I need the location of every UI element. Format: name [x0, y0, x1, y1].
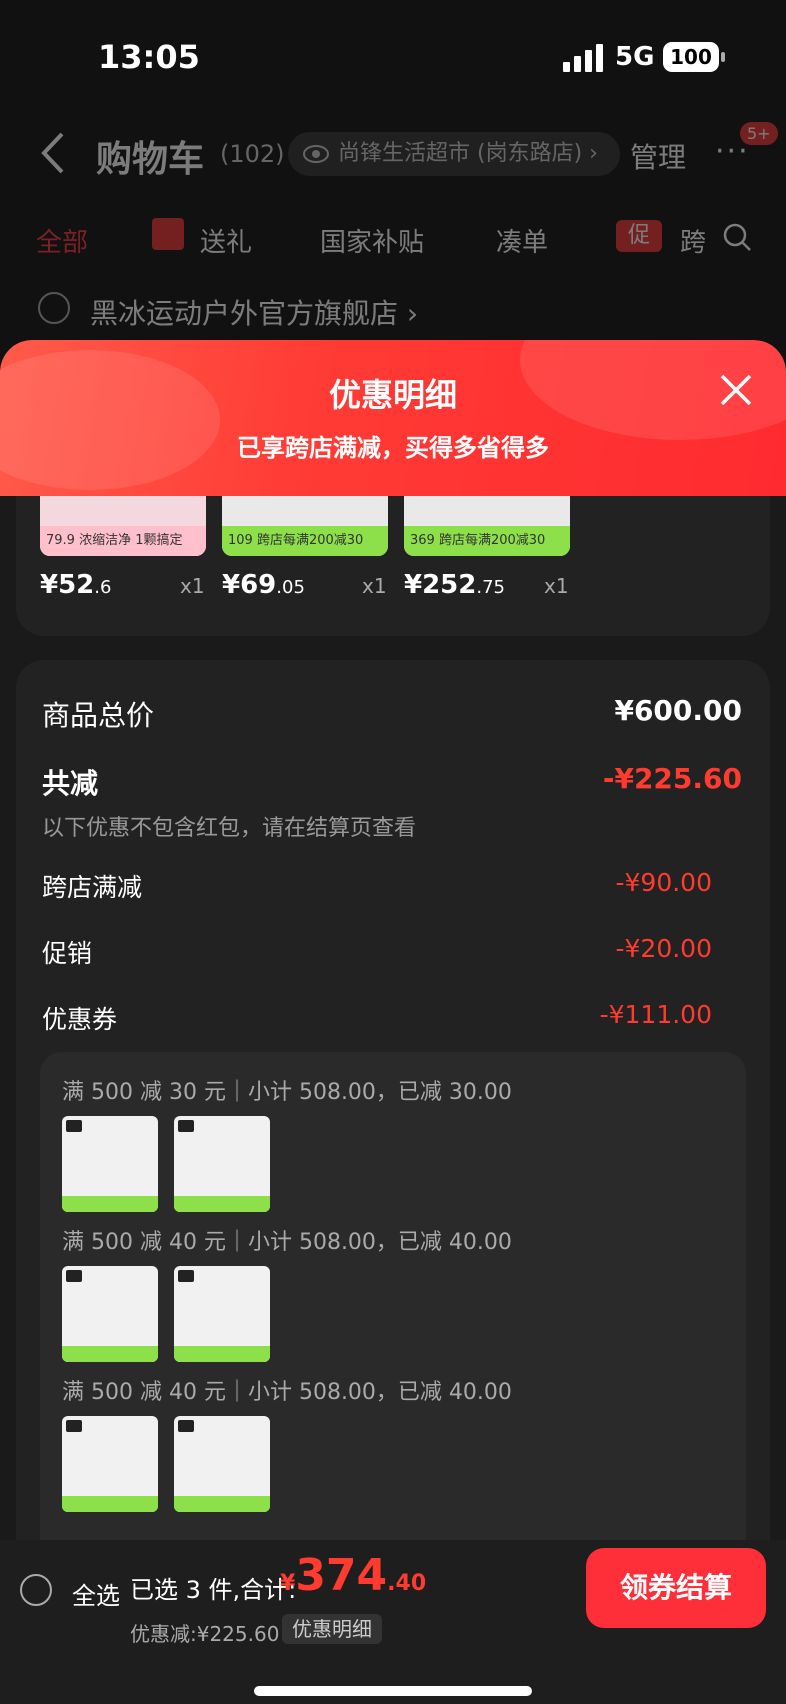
- total-amount: ¥374.40: [280, 1550, 427, 1601]
- promo-strip: [62, 1346, 158, 1362]
- sheet-subtitle: 已享跨店满减，买得多省得多: [237, 434, 549, 462]
- promo-strip: [174, 1496, 270, 1512]
- product-qty: x1: [180, 574, 205, 598]
- eye-icon: [303, 145, 329, 163]
- tab-subsidy[interactable]: 国家补贴: [320, 222, 424, 259]
- cart-tabs: 全部 送礼 国家补贴 凑单 促 跨: [0, 210, 786, 270]
- gift-icon: [152, 218, 184, 250]
- message-badge: 5+: [740, 122, 778, 145]
- sheet-header: 优惠明细 已享跨店满减，买得多省得多: [0, 340, 786, 496]
- discount-group: 满 500 减 30 元｜小计 508.00，已减 30.00: [62, 1074, 742, 1212]
- product-thumbnail[interactable]: [62, 1116, 158, 1212]
- checkout-button[interactable]: 领券结算: [586, 1548, 766, 1628]
- chevron-right-icon: ›: [589, 141, 598, 166]
- promo-strip: [62, 1196, 158, 1212]
- brand-logo-icon: [178, 1120, 194, 1132]
- brand-logo-icon: [178, 1420, 194, 1432]
- product-tag: 109 跨店每满200减30: [222, 526, 388, 556]
- product-qty: x1: [362, 574, 387, 598]
- product-tag: 79.9 浓缩洁净 1颗搞定: [40, 526, 206, 556]
- cart-count: (102): [220, 140, 285, 168]
- store-name-label[interactable]: 黑冰运动户外官方旗舰店 ›: [90, 292, 418, 332]
- coupon-label: 优惠券: [42, 1005, 118, 1034]
- checkout-bar: 全选 已选 3 件,合计: ¥374.40 优惠减:¥225.60 优惠明细 领…: [0, 1540, 786, 1704]
- product-price: ¥252.75: [404, 570, 506, 600]
- total-reduce-value: -¥225.60: [602, 762, 742, 795]
- product-thumbnail[interactable]: [174, 1416, 270, 1512]
- promotion-label: 促销: [42, 939, 93, 968]
- store-select-radio[interactable]: [38, 292, 70, 324]
- product-thumbnail[interactable]: [174, 1116, 270, 1212]
- discount-group: 满 500 减 40 元｜小计 508.00，已减 40.00: [62, 1374, 742, 1512]
- status-time: 13:05: [98, 38, 200, 76]
- group-summary: 满 500 减 30 元｜小计 508.00，已减 30.00: [62, 1080, 512, 1105]
- product-thumbnail[interactable]: [62, 1266, 158, 1362]
- discount-detail-button[interactable]: 优惠明细: [282, 1614, 382, 1644]
- store-name: 尚锋生活超市 (岗东路店): [338, 141, 583, 166]
- product-tag: 369 跨店每满200减30: [404, 526, 570, 556]
- store-row: 黑冰运动户外官方旗舰店 ›: [16, 270, 770, 350]
- promo-strip: [62, 1496, 158, 1512]
- brand-logo-icon: [66, 1270, 82, 1282]
- group-summary: 满 500 减 40 元｜小计 508.00，已减 40.00: [62, 1230, 512, 1255]
- back-arrow-icon[interactable]: [38, 130, 68, 176]
- discount-note: 以下优惠不包含红包，请在结算页查看: [42, 816, 417, 841]
- selected-products: 79.9 浓缩洁净 1颗搞定 ¥52.6 x1 109 跨店每满200减30 ¥…: [16, 496, 770, 636]
- sheet-title: 优惠明细: [328, 376, 457, 414]
- page-title: 购物车: [96, 139, 205, 180]
- product-image: 79.9 浓缩洁净 1颗搞定: [40, 496, 206, 556]
- network-type: 5G: [615, 42, 655, 72]
- product-image: 369 跨店每满200减30: [404, 496, 570, 556]
- search-icon[interactable]: [722, 222, 752, 252]
- nav-bar: 购物车 (102) 尚锋生活超市 (岗东路店) › 管理 ··· 5+: [0, 110, 786, 200]
- manage-button[interactable]: 管理: [630, 136, 686, 176]
- promo-icon: 促: [616, 220, 662, 252]
- product-thumbnail[interactable]: [62, 1416, 158, 1512]
- discount-group: 满 500 减 40 元｜小计 508.00，已减 40.00: [62, 1224, 742, 1362]
- product-price: ¥69.05: [222, 570, 305, 600]
- selected-summary: 已选 3 件,合计:: [130, 1576, 297, 1604]
- total-price-value: ¥600.00: [614, 694, 742, 727]
- product-thumbnail[interactable]: [174, 1266, 270, 1362]
- status-bar: 13:05 5G 100: [0, 0, 786, 110]
- tab-order[interactable]: 凑单: [496, 222, 548, 259]
- total-reduce-label: 共减: [42, 767, 99, 800]
- total-price-label: 商品总价: [42, 699, 155, 732]
- brand-logo-icon: [66, 1420, 82, 1432]
- product-qty: x1: [544, 574, 569, 598]
- battery-icon: 100: [663, 42, 725, 72]
- brand-logo-icon: [66, 1120, 82, 1132]
- cart-background: 购物车 (102) 尚锋生活超市 (岗东路店) › 管理 ··· 5+ 全部 送…: [0, 110, 786, 350]
- product-image: 109 跨店每满200减30: [222, 496, 388, 556]
- promo-strip: [174, 1196, 270, 1212]
- tab-cross[interactable]: 跨: [680, 222, 706, 259]
- discount-detail-sheet: 优惠明细 已享跨店满减，买得多省得多 79.9 浓缩洁净 1颗搞定 ¥52.6 …: [0, 340, 786, 1704]
- home-indicator: [254, 1686, 532, 1696]
- signal-icon: [563, 44, 603, 72]
- coupon-value: -¥111.00: [599, 1000, 712, 1029]
- discount-amount: 优惠减:¥225.60: [130, 1622, 280, 1646]
- store-selector[interactable]: 尚锋生活超市 (岗东路店) ›: [288, 132, 620, 176]
- brand-logo-icon: [178, 1270, 194, 1282]
- cross-store-label: 跨店满减: [42, 873, 143, 902]
- tab-gift[interactable]: 送礼: [200, 222, 252, 259]
- tab-all[interactable]: 全部: [36, 222, 88, 259]
- group-summary: 满 500 减 40 元｜小计 508.00，已减 40.00: [62, 1380, 512, 1405]
- cross-store-value: -¥90.00: [615, 868, 713, 897]
- product-price: ¥52.6: [40, 570, 112, 600]
- close-icon[interactable]: [716, 370, 756, 410]
- promo-strip: [174, 1346, 270, 1362]
- select-all-radio[interactable]: [20, 1574, 52, 1606]
- promotion-value: -¥20.00: [615, 934, 713, 963]
- select-all-label[interactable]: 全选: [72, 1576, 120, 1611]
